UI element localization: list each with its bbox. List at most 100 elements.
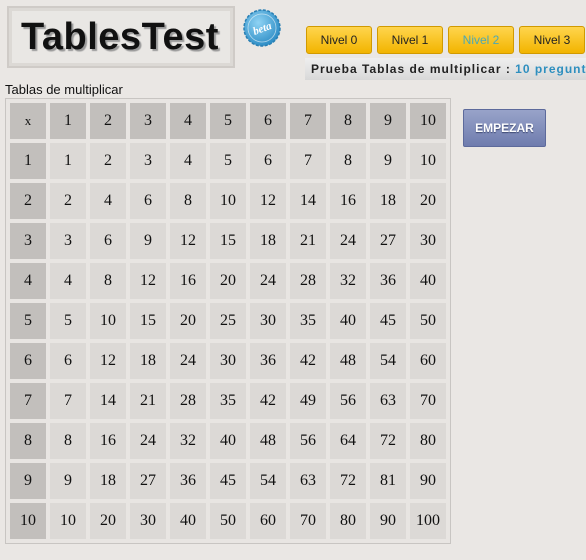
table-cell: 20 [170,303,206,339]
table-cell: 42 [250,383,286,419]
table-cell: 54 [370,343,406,379]
table-cell: 64 [330,423,366,459]
table-cell: 42 [290,343,326,379]
table-cell: 40 [210,423,246,459]
table-cell: 7 [50,383,86,419]
table-cell: 21 [290,223,326,259]
section-title: Tablas de multiplicar [5,82,123,97]
logo-box: TablesTest [7,6,235,68]
row-header: 5 [10,303,46,339]
row-header: 9 [10,463,46,499]
row-header: 2 [10,183,46,219]
table-cell: 24 [130,423,166,459]
nivel-1-button[interactable]: Nivel 1 [377,26,443,54]
table-cell: 10 [210,183,246,219]
table-cell: 4 [170,143,206,179]
table-cell: 14 [90,383,126,419]
table-cell: 12 [250,183,286,219]
table-cell: 20 [90,503,126,539]
table-cell: 50 [210,503,246,539]
table-cell: 16 [170,263,206,299]
table-cell: 10 [90,303,126,339]
table-cell: 15 [130,303,166,339]
row-header: 4 [10,263,46,299]
table-cell: 4 [90,183,126,219]
column-header: 1 [50,103,86,139]
row-header: 7 [10,383,46,419]
table-cell: 16 [330,183,366,219]
table-cell: 30 [130,503,166,539]
table-cell: 6 [130,183,166,219]
table-cell: 3 [50,223,86,259]
start-button[interactable]: EMPEZAR [463,109,546,147]
table-cell: 50 [410,303,446,339]
table-cell: 12 [170,223,206,259]
table-cell: 36 [370,263,406,299]
nivel-3-button[interactable]: Nivel 3 [519,26,585,54]
column-header: 10 [410,103,446,139]
table-cell: 40 [410,263,446,299]
table-cell: 40 [170,503,206,539]
column-header: 6 [250,103,286,139]
row-header: 10 [10,503,46,539]
table-cell: 8 [90,263,126,299]
table-cell: 60 [250,503,286,539]
table-cell: 35 [210,383,246,419]
table-cell: 40 [330,303,366,339]
table-cell: 10 [50,503,86,539]
table-cell: 45 [210,463,246,499]
row-header: 3 [10,223,46,259]
column-header: 3 [130,103,166,139]
table-cell: 80 [410,423,446,459]
table-cell: 63 [290,463,326,499]
column-header: 8 [330,103,366,139]
table-cell: 30 [410,223,446,259]
table-cell: 54 [250,463,286,499]
table-cell: 1 [50,143,86,179]
table-cell: 25 [210,303,246,339]
table-cell: 18 [130,343,166,379]
table-cell: 90 [370,503,406,539]
table-cell: 18 [90,463,126,499]
table-cell: 45 [370,303,406,339]
table-cell: 48 [250,423,286,459]
table-cell: 72 [370,423,406,459]
table-cell: 28 [170,383,206,419]
table-cell: 28 [290,263,326,299]
table-cell: 6 [250,143,286,179]
table-cell: 20 [410,183,446,219]
questions-link[interactable]: 10 pregunt [515,62,586,76]
table-cell: 90 [410,463,446,499]
table-cell: 63 [370,383,406,419]
nivel-0-button[interactable]: Nivel 0 [306,26,372,54]
table-cell: 12 [90,343,126,379]
app-logo: TablesTest [21,16,219,58]
table-cell: 6 [50,343,86,379]
table-cell: 81 [370,463,406,499]
table-cell: 5 [50,303,86,339]
table-cell: 7 [290,143,326,179]
table-cell: 27 [370,223,406,259]
table-cell: 8 [330,143,366,179]
table-cell: 70 [410,383,446,419]
beta-badge-icon: beta [243,9,281,47]
table-cell: 48 [330,343,366,379]
row-header: 6 [10,343,46,379]
test-info-text: Prueba Tablas de multiplicar : [311,62,516,76]
table-cell: 15 [210,223,246,259]
table-cell: 24 [250,263,286,299]
table-cell: 30 [210,343,246,379]
table-cell: 21 [130,383,166,419]
table-cell: 56 [330,383,366,419]
table-cell: 3 [130,143,166,179]
table-cell: 16 [90,423,126,459]
table-cell: 36 [250,343,286,379]
row-header: 1 [10,143,46,179]
table-cell: 2 [90,143,126,179]
column-header: 9 [370,103,406,139]
table-cell: 14 [290,183,326,219]
table-cell: 56 [290,423,326,459]
nivel-2-button[interactable]: Nivel 2 [448,26,514,54]
table-cell: 100 [410,503,446,539]
table-cell: 10 [410,143,446,179]
